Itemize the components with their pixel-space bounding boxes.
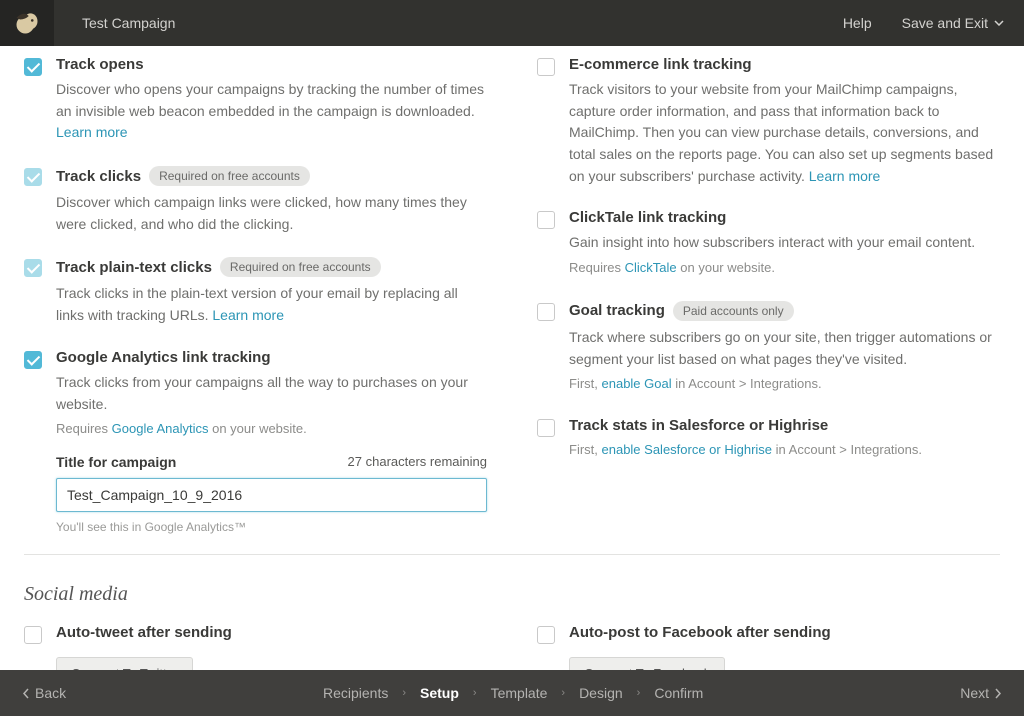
clicktale-requires-link[interactable]: ClickTale (625, 260, 677, 275)
track-opens-learn-link[interactable]: Learn more (56, 124, 128, 140)
track-plain-badge: Required on free accounts (220, 257, 381, 277)
ga-checkbox[interactable] (24, 351, 42, 369)
connect-facebook-button[interactable]: Connect To Facebook (569, 657, 725, 670)
track-plain-learn-link[interactable]: Learn more (212, 307, 284, 323)
twitter-option: Auto-tweet after sending Connect To Twit… (24, 624, 487, 670)
save-exit-link[interactable]: Save and Exit (902, 15, 1004, 31)
goal-badge: Paid accounts only (673, 301, 794, 321)
goal-title: Goal tracking (569, 302, 665, 319)
back-button[interactable]: Back (22, 685, 66, 701)
goal-sub: First, enable Goal in Account > Integrat… (569, 374, 1000, 395)
step-setup[interactable]: Setup (420, 685, 459, 701)
next-label: Next (960, 685, 989, 701)
step-separator-icon: › (473, 687, 477, 699)
ga-remaining: 27 characters remaining (348, 454, 487, 470)
track-plain-title: Track plain-text clicks (56, 259, 212, 276)
facebook-checkbox[interactable] (537, 626, 555, 644)
step-confirm[interactable]: Confirm (654, 685, 703, 701)
step-template[interactable]: Template (491, 685, 548, 701)
mailchimp-logo-icon (13, 9, 41, 37)
step-separator-icon: › (561, 687, 565, 699)
left-column: Track opens Discover who opens your camp… (24, 56, 487, 534)
track-clicks-badge: Required on free accounts (149, 166, 310, 186)
step-separator-icon: › (402, 687, 406, 699)
right-column: E-commerce link tracking Track visitors … (537, 56, 1000, 534)
content-area: Track opens Discover who opens your camp… (0, 46, 1024, 670)
chevron-right-icon (995, 688, 1002, 699)
crm-sub-link[interactable]: enable Salesforce or Highrise (602, 442, 773, 457)
track-plain-option: Track plain-text clicks Required on free… (24, 257, 487, 326)
ecom-title: E-commerce link tracking (569, 56, 752, 73)
step-recipients[interactable]: Recipients (323, 685, 388, 701)
goal-option: Goal tracking Paid accounts only Track w… (537, 301, 1000, 395)
track-clicks-checkbox[interactable] (24, 168, 42, 186)
clicktale-desc: Gain insight into how subscribers intera… (569, 232, 1000, 254)
help-link[interactable]: Help (843, 15, 872, 31)
wizard-steps: Recipients › Setup › Template › Design › Confirm (66, 685, 960, 701)
track-opens-title: Track opens (56, 56, 144, 73)
track-clicks-option: Track clicks Required on free accounts D… (24, 166, 487, 235)
track-opens-option: Track opens Discover who opens your camp… (24, 56, 487, 144)
clicktale-title: ClickTale link tracking (569, 209, 726, 226)
bottombar: Back Recipients › Setup › Template › Design › Co… (0, 670, 1024, 716)
goal-desc: Track where subscribers go on your site,… (569, 327, 1000, 370)
step-separator-icon: › (637, 687, 641, 699)
track-plain-checkbox[interactable] (24, 259, 42, 277)
ga-desc: Track clicks from your campaigns all the… (56, 372, 487, 415)
facebook-title: Auto-post to Facebook after sending (569, 624, 831, 641)
back-label: Back (35, 685, 66, 701)
crm-sub: First, enable Salesforce or Highrise in … (569, 440, 1000, 461)
ecom-option: E-commerce link tracking Track visitors … (537, 56, 1000, 187)
goal-sub-link[interactable]: enable Goal (602, 376, 672, 391)
topbar: Test Campaign Help Save and Exit (0, 0, 1024, 46)
track-clicks-desc: Discover which campaign links were click… (56, 192, 487, 235)
connect-twitter-button[interactable]: Connect To Twitter (56, 657, 193, 670)
step-design[interactable]: Design (579, 685, 623, 701)
save-exit-label: Save and Exit (902, 15, 988, 31)
crm-option: Track stats in Salesforce or Highrise Fi… (537, 417, 1000, 461)
chevron-down-icon (994, 20, 1004, 26)
goal-checkbox[interactable] (537, 303, 555, 321)
ga-field-help: You'll see this in Google Analytics™ (56, 520, 487, 534)
ga-requires-link[interactable]: Google Analytics (112, 421, 209, 436)
ecom-desc: Track visitors to your website from your… (569, 79, 1000, 187)
track-clicks-title: Track clicks (56, 168, 141, 185)
ga-requires: Requires Google Analytics on your websit… (56, 419, 487, 440)
twitter-title: Auto-tweet after sending (56, 624, 232, 641)
clicktale-checkbox[interactable] (537, 211, 555, 229)
logo-box (0, 0, 54, 46)
twitter-checkbox[interactable] (24, 626, 42, 644)
social-header: Social media (24, 554, 1000, 606)
ecom-checkbox[interactable] (537, 58, 555, 76)
ga-title-input[interactable] (56, 478, 487, 512)
chevron-left-icon (22, 688, 29, 699)
campaign-title: Test Campaign (82, 15, 175, 31)
crm-title: Track stats in Salesforce or Highrise (569, 417, 828, 434)
ecom-learn-link[interactable]: Learn more (809, 168, 881, 184)
crm-checkbox[interactable] (537, 419, 555, 437)
ga-title: Google Analytics link tracking (56, 349, 271, 366)
track-opens-desc: Discover who opens your campaigns by tra… (56, 79, 487, 144)
facebook-option: Auto-post to Facebook after sending Conn… (537, 624, 1000, 670)
clicktale-requires: Requires ClickTale on your website. (569, 258, 1000, 279)
ga-field-label: Title for campaign (56, 454, 176, 470)
next-button[interactable]: Next (960, 685, 1002, 701)
ga-option: Google Analytics link tracking Track cli… (24, 349, 487, 534)
track-opens-checkbox[interactable] (24, 58, 42, 76)
track-plain-desc: Track clicks in the plain-text version o… (56, 283, 487, 326)
clicktale-option: ClickTale link tracking Gain insight int… (537, 209, 1000, 278)
